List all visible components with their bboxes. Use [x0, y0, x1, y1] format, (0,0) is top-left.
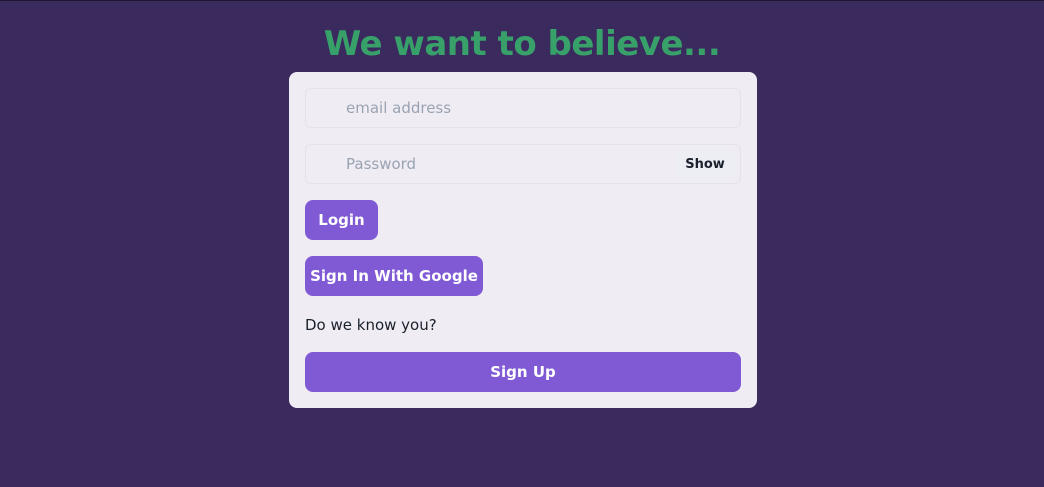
email-field-group [305, 88, 741, 128]
email-input[interactable] [306, 89, 740, 127]
login-card: Show Login Sign In With Google Do we kno… [289, 72, 757, 408]
signup-prompt: Do we know you? [305, 316, 437, 334]
page-title: We want to believe... [323, 24, 721, 64]
google-sign-in-button[interactable]: Sign In With Google [305, 256, 483, 296]
password-field-group: Show [305, 144, 741, 184]
sign-up-button[interactable]: Sign Up [305, 352, 741, 392]
login-button[interactable]: Login [305, 200, 378, 240]
show-password-button[interactable]: Show [675, 150, 735, 178]
